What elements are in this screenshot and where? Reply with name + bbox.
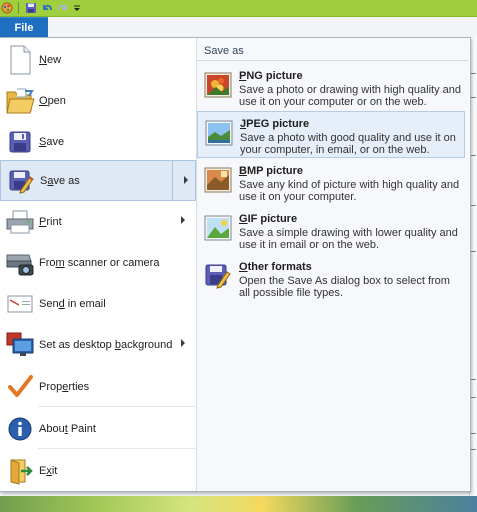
menu-item-properties[interactable]: Properties — [0, 366, 196, 407]
save-as-gif-option[interactable]: GIF picture Save a simple drawing with l… — [197, 207, 465, 254]
option-description: Save any kind of picture with high quali… — [239, 179, 460, 203]
chevron-right-icon — [184, 176, 188, 184]
save-as-png-option[interactable]: PNG picture Save a photo or drawing with… — [197, 64, 465, 111]
file-tab[interactable]: File — [0, 17, 48, 38]
menu-item-save[interactable]: Save — [0, 121, 196, 162]
gif-picture-icon — [204, 215, 232, 241]
menu-item-open[interactable]: Open — [0, 80, 196, 121]
option-title: JPEG picture — [240, 118, 310, 130]
open-folder-icon — [1, 85, 39, 117]
chevron-right-icon — [181, 216, 185, 224]
save-icon — [1, 126, 39, 158]
save-as-other-formats-option[interactable]: Other formats Open the Save As dialog bo… — [197, 255, 465, 302]
menu-item-print[interactable]: Print — [0, 201, 196, 242]
save-as-jpeg-option[interactable]: JPEG picture Save a photo with good qual… — [197, 111, 465, 158]
option-title: BMP picture — [239, 165, 303, 177]
new-document-icon — [1, 44, 39, 76]
save-as-header: Save as — [197, 41, 469, 61]
menu-item-label: Save — [39, 135, 65, 148]
save-as-pane: Save as PNG picture Save a photo or draw… — [197, 38, 469, 491]
email-icon — [1, 288, 39, 320]
desktop-background-icon — [1, 329, 39, 361]
menu-item-new[interactable]: New — [0, 39, 196, 80]
menu-item-label: Open — [39, 94, 66, 107]
menu-item-label: About Paint — [39, 422, 96, 435]
undo-icon[interactable] — [39, 1, 55, 15]
info-icon — [1, 413, 39, 445]
quick-access-toolbar — [0, 0, 83, 16]
checkmark-icon — [1, 371, 39, 403]
scanner-camera-icon — [1, 247, 39, 279]
other-formats-icon — [204, 263, 232, 289]
menu-separator — [38, 448, 196, 449]
chevron-right-icon — [181, 339, 185, 347]
file-menu: New Open Save Save as Print From scanner… — [0, 37, 471, 492]
desktop-background-strip — [0, 496, 477, 512]
ribbon-strip — [48, 17, 477, 38]
option-description: Save a photo or drawing with high qualit… — [239, 84, 461, 108]
save-as-icon — [2, 165, 40, 197]
menu-item-label: Print — [39, 215, 62, 228]
redo-icon[interactable] — [55, 1, 71, 15]
app-icon[interactable] — [0, 1, 14, 15]
option-title: PNG picture — [239, 70, 303, 82]
title-bar — [0, 0, 477, 17]
bmp-picture-icon — [204, 167, 232, 193]
menu-item-label: Exit — [39, 464, 58, 477]
file-menu-commands: New Open Save Save as Print From scanner… — [0, 38, 197, 491]
printer-icon — [1, 206, 39, 238]
option-title: Other formats — [239, 261, 312, 273]
menu-item-label: Properties — [39, 380, 90, 393]
save-as-bmp-option[interactable]: BMP picture Save any kind of picture wit… — [197, 159, 465, 206]
exit-icon — [1, 455, 39, 487]
menu-item-label: New — [39, 53, 62, 66]
option-description: Open the Save As dialog box to select fr… — [239, 275, 450, 299]
customize-icon[interactable] — [71, 1, 83, 15]
menu-item-about-paint[interactable]: About Paint — [0, 408, 196, 449]
option-description: Save a simple drawing with lower quality… — [239, 227, 458, 251]
menu-item-label: Set as desktop background — [39, 338, 173, 351]
menu-item-exit[interactable]: Exit — [0, 450, 196, 491]
menu-item-from-scanner-or-camera[interactable]: From scanner or camera — [0, 242, 196, 283]
menu-item-save-as[interactable]: Save as — [0, 160, 196, 201]
menu-item-set-as-desktop-background[interactable]: Set as desktop background — [0, 324, 196, 365]
jpeg-picture-icon — [205, 120, 233, 146]
save-icon[interactable] — [23, 1, 39, 15]
menu-item-label: Save as — [40, 174, 80, 187]
menu-item-label: Send in email — [39, 297, 106, 310]
png-picture-icon — [204, 72, 232, 98]
option-description: Save a photo with good quality and use i… — [240, 132, 456, 156]
option-title: GIF picture — [239, 213, 298, 225]
menu-item-send-in-email[interactable]: Send in email — [0, 283, 196, 324]
menu-item-label: From scanner or camera — [39, 256, 160, 269]
menu-separator — [38, 406, 196, 407]
